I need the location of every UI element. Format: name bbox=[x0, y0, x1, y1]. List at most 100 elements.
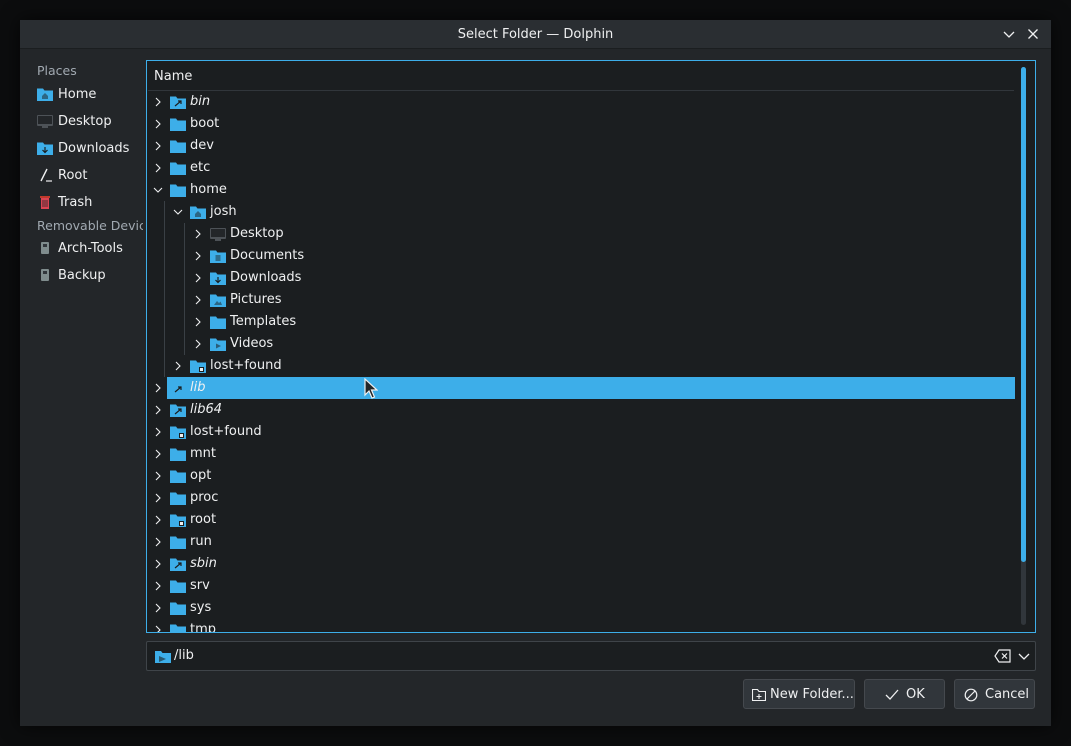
tree-row-name: sbin bbox=[190, 556, 217, 571]
chevron-right-icon[interactable] bbox=[153, 492, 163, 504]
chevron-right-icon[interactable] bbox=[153, 514, 163, 526]
chevron-right-icon[interactable] bbox=[153, 140, 163, 152]
folder-icon bbox=[170, 623, 186, 632]
chevron-right-icon[interactable] bbox=[153, 624, 163, 632]
chevron-right-icon[interactable] bbox=[153, 470, 163, 482]
tree-row-name: tmp bbox=[190, 622, 217, 633]
tree-row[interactable]: josh bbox=[147, 201, 1015, 223]
chevron-right-icon[interactable] bbox=[193, 316, 203, 328]
folder-pictures-icon bbox=[210, 293, 226, 307]
tree-row[interactable]: srv bbox=[147, 575, 1015, 597]
places-item-root[interactable]: Root bbox=[37, 165, 143, 187]
chevron-down-icon[interactable] bbox=[1018, 651, 1030, 666]
tree-row[interactable]: mnt bbox=[147, 443, 1015, 465]
tree-row-name: Pictures bbox=[230, 292, 282, 307]
tree-row-name: Templates bbox=[230, 314, 297, 329]
tree-rows: bin boot dev etc home josh Desktop Documents Dow… bbox=[147, 91, 1015, 633]
places-item-trash[interactable]: Trash bbox=[37, 192, 143, 214]
places-item-downloads[interactable]: Downloads bbox=[37, 138, 143, 160]
tree-row[interactable]: root bbox=[147, 509, 1015, 531]
folder-locked-icon bbox=[170, 513, 186, 527]
tree-row-name: mnt bbox=[190, 446, 216, 461]
folder-icon bbox=[170, 161, 186, 175]
tree-row[interactable]: Desktop bbox=[147, 223, 1015, 245]
tree-row-name: lost+found bbox=[210, 358, 282, 373]
chevron-right-icon[interactable] bbox=[153, 558, 163, 570]
places-item-home[interactable]: Home bbox=[37, 84, 143, 106]
folder-tree-view[interactable]: Name bin boot dev etc home josh Desktop Documen… bbox=[146, 60, 1036, 633]
tree-row-name: bin bbox=[190, 94, 211, 109]
tree-row[interactable]: lost+found bbox=[147, 421, 1015, 443]
location-input-value[interactable]: /lib bbox=[174, 648, 194, 663]
minimize-chevron-icon[interactable] bbox=[1001, 26, 1017, 42]
chevron-right-icon[interactable] bbox=[153, 448, 163, 460]
chevron-right-icon[interactable] bbox=[193, 250, 203, 262]
tree-row-name: sys bbox=[190, 600, 212, 615]
chevron-right-icon[interactable] bbox=[153, 580, 163, 592]
selection-highlight bbox=[167, 377, 1015, 399]
chevron-right-icon[interactable] bbox=[193, 338, 203, 350]
clear-text-icon[interactable] bbox=[994, 649, 1012, 667]
tree-row[interactable]: lost+found bbox=[147, 355, 1015, 377]
downloads-folder-icon bbox=[37, 141, 53, 155]
chevron-right-icon[interactable] bbox=[153, 96, 163, 108]
places-item-desktop[interactable]: Desktop bbox=[37, 111, 143, 133]
cancel-button[interactable]: Cancel bbox=[954, 679, 1035, 709]
chevron-right-icon[interactable] bbox=[153, 426, 163, 438]
folder-icon bbox=[170, 535, 186, 549]
tree-row[interactable]: Templates bbox=[147, 311, 1015, 333]
places-item-label: Root bbox=[58, 168, 88, 183]
new-folder-label: New Folder... bbox=[770, 687, 854, 702]
removable-devices-heading: Removable Devices bbox=[37, 218, 143, 233]
tree-row[interactable]: bin bbox=[147, 91, 1015, 113]
tree-row[interactable]: opt bbox=[147, 465, 1015, 487]
ok-button[interactable]: OK bbox=[864, 679, 945, 709]
new-folder-button[interactable]: New Folder... bbox=[743, 679, 855, 709]
chevron-right-icon[interactable] bbox=[193, 228, 203, 240]
tree-row[interactable]: Videos bbox=[147, 333, 1015, 355]
places-item-backup[interactable]: Backup bbox=[37, 265, 143, 287]
chevron-right-icon[interactable] bbox=[193, 272, 203, 284]
chevron-right-icon[interactable] bbox=[153, 162, 163, 174]
chevron-down-icon[interactable] bbox=[173, 206, 183, 218]
title-bar[interactable]: Select Folder — Dolphin bbox=[20, 20, 1051, 49]
tree-row[interactable]: boot bbox=[147, 113, 1015, 135]
folder-desktop-icon bbox=[210, 227, 226, 241]
chevron-down-icon[interactable] bbox=[153, 184, 163, 196]
tree-row[interactable]: run bbox=[147, 531, 1015, 553]
chevron-right-icon[interactable] bbox=[173, 360, 183, 372]
location-field[interactable]: /lib bbox=[146, 641, 1036, 671]
tree-row[interactable]: proc bbox=[147, 487, 1015, 509]
chevron-right-icon[interactable] bbox=[153, 536, 163, 548]
places-item-label: Backup bbox=[58, 268, 106, 283]
tree-row[interactable]: sbin bbox=[147, 553, 1015, 575]
chevron-right-icon[interactable] bbox=[153, 602, 163, 614]
tree-row[interactable]: tmp bbox=[147, 619, 1015, 633]
tree-row[interactable]: Documents bbox=[147, 245, 1015, 267]
chevron-right-icon[interactable] bbox=[153, 118, 163, 130]
chevron-right-icon[interactable] bbox=[153, 382, 163, 394]
folder-icon bbox=[170, 469, 186, 483]
scrollbar-thumb[interactable] bbox=[1021, 67, 1026, 562]
places-item-arch-tools[interactable]: Arch-Tools bbox=[37, 238, 143, 260]
folder-downloads-icon bbox=[210, 271, 226, 285]
drive-icon bbox=[37, 241, 53, 255]
folder-link-icon bbox=[170, 95, 186, 109]
folder-locked-icon bbox=[170, 425, 186, 439]
tree-row[interactable]: dev bbox=[147, 135, 1015, 157]
tree-row[interactable]: home bbox=[147, 179, 1015, 201]
close-icon[interactable] bbox=[1025, 26, 1041, 42]
column-header-name[interactable]: Name bbox=[148, 62, 1014, 91]
folder-icon bbox=[170, 579, 186, 593]
chevron-right-icon[interactable] bbox=[193, 294, 203, 306]
tree-row[interactable]: Pictures bbox=[147, 289, 1015, 311]
tree-row[interactable]: lib64 bbox=[147, 399, 1015, 421]
chevron-right-icon[interactable] bbox=[153, 404, 163, 416]
trash-icon bbox=[37, 195, 53, 209]
tree-row-name: Downloads bbox=[230, 270, 302, 285]
tree-row[interactable]: lib bbox=[147, 377, 1015, 399]
tree-row[interactable]: sys bbox=[147, 597, 1015, 619]
window-title: Select Folder — Dolphin bbox=[457, 27, 614, 42]
tree-row[interactable]: Downloads bbox=[147, 267, 1015, 289]
tree-row[interactable]: etc bbox=[147, 157, 1015, 179]
